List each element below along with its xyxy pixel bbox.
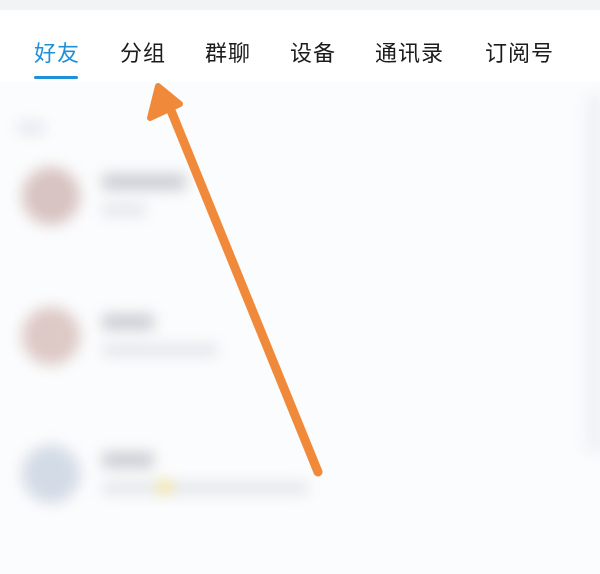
tab-subscriptions[interactable]: 订阅号: [485, 40, 554, 70]
list-item[interactable]: [0, 292, 600, 402]
contact-status: [102, 344, 218, 356]
contact-name: [102, 314, 154, 330]
status-bar-strip: [0, 0, 600, 10]
list-item[interactable]: [0, 152, 600, 262]
tab-group-chats[interactable]: 群聊: [205, 40, 251, 70]
avatar: [22, 445, 80, 503]
contact-status: [102, 482, 308, 494]
blurred-content-layer: [0, 82, 600, 574]
emoji-dot: [158, 480, 172, 494]
contact-name: [102, 174, 186, 190]
tab-groups[interactable]: 分组: [120, 40, 166, 70]
tab-address-book[interactable]: 通讯录: [375, 40, 444, 70]
list-item[interactable]: [0, 430, 600, 540]
blurred-contact-list: [0, 82, 600, 574]
contact-status: [102, 204, 146, 216]
contact-name: [102, 452, 154, 468]
avatar: [22, 307, 80, 365]
contacts-tab-bar: 好友 分组 群聊 设备 通讯录 订阅号: [0, 10, 600, 82]
avatar: [22, 167, 80, 225]
section-header: [18, 122, 44, 134]
tab-friends[interactable]: 好友: [34, 40, 80, 79]
tab-devices[interactable]: 设备: [290, 40, 336, 70]
